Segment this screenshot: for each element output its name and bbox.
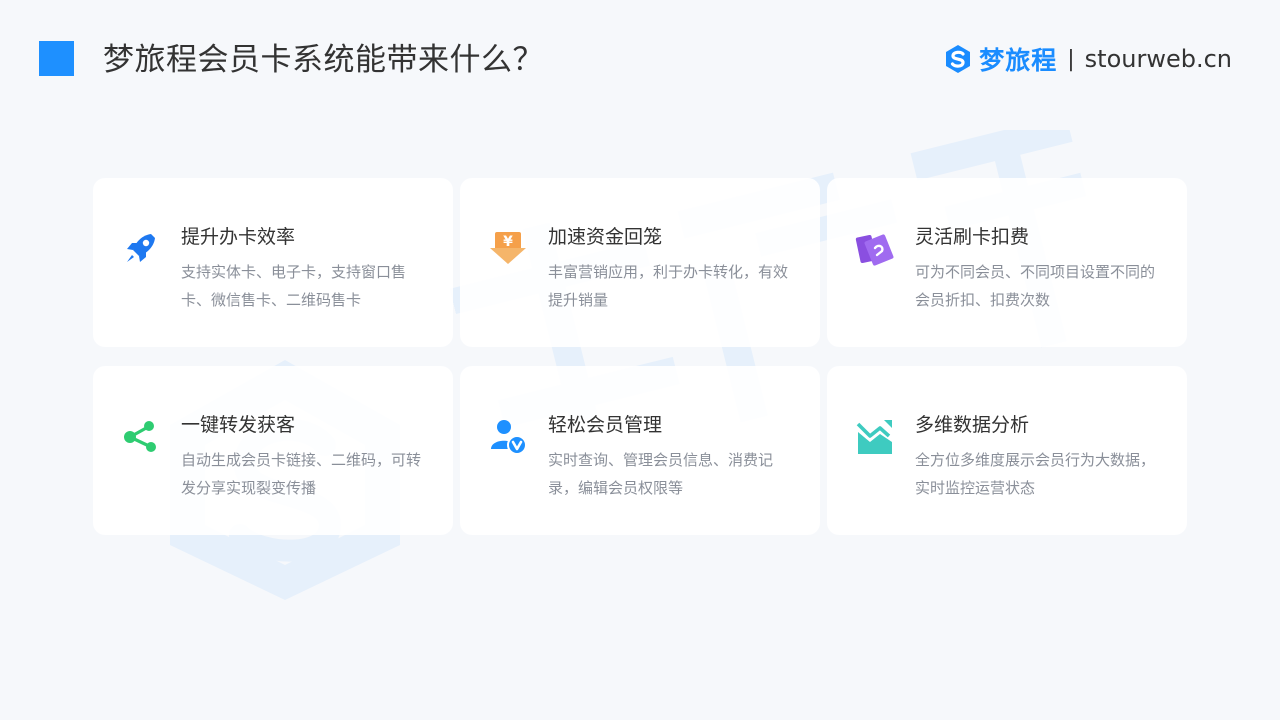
share-icon [124, 421, 156, 452]
card-description: 实时查询、管理会员信息、消费记录，编辑会员权限等 [548, 451, 774, 497]
brand-separator: | [1067, 46, 1075, 72]
feature-card-analytics: 多维数据分析 全方位多维度展示会员行为大数据，实时监控运营状态 [827, 366, 1187, 535]
member-verified-icon [491, 420, 527, 455]
brand-logo-icon [946, 45, 971, 73]
card-swipe-icon [855, 234, 894, 266]
feature-card-share: 一键转发获客 自动生成会员卡链接、二维码，可转发分享实现裂变传播 [93, 366, 453, 535]
card-title: 加速资金回笼 [548, 226, 663, 248]
card-description: 可为不同会员、不同项目设置不同的会员折扣、扣费次数 [915, 263, 1156, 309]
card-title: 提升办卡效率 [181, 226, 296, 248]
brand-url[interactable]: stourweb.cn [1085, 45, 1232, 73]
trend-chart-icon [856, 420, 892, 454]
card-title: 一键转发获客 [181, 414, 296, 436]
card-description: 自动生成会员卡链接、二维码，可转发分享实现裂变传播 [181, 451, 422, 497]
card-description: 全方位多维度展示会员行为大数据，实时监控运营状态 [915, 451, 1156, 497]
rocket-icon [127, 234, 155, 262]
feature-card-efficiency: 提升办卡效率 支持实体卡、电子卡，支持窗口售卡、微信售卡、二维码售卡 [93, 178, 453, 347]
brand-header: 梦旅程 | stourweb.cn [943, 40, 1232, 78]
title-accent-square [39, 41, 74, 76]
feature-card-member: 轻松会员管理 实时查询、管理会员信息、消费记录，编辑会员权限等 [460, 366, 820, 535]
card-description: 丰富营销应用，利于办卡转化，有效提升销量 [548, 263, 789, 309]
yuan-coin-icon: ¥ [490, 232, 526, 264]
card-title: 轻松会员管理 [548, 414, 663, 436]
feature-card-swipe: 灵活刷卡扣费 可为不同会员、不同项目设置不同的会员折扣、扣费次数 [827, 178, 1187, 347]
feature-card-grid: 提升办卡效率 支持实体卡、电子卡，支持窗口售卡、微信售卡、二维码售卡 ¥ 加速资… [93, 178, 1187, 535]
brand-name: 梦旅程 [979, 46, 1058, 75]
svg-text:¥: ¥ [503, 234, 513, 250]
card-title: 多维数据分析 [915, 414, 1030, 436]
page-title: 梦旅程会员卡系统能带来什么？ [103, 42, 544, 78]
card-description: 支持实体卡、电子卡，支持窗口售卡、微信售卡、二维码售卡 [181, 263, 407, 309]
card-title: 灵活刷卡扣费 [915, 226, 1030, 248]
feature-card-capital: ¥ 加速资金回笼 丰富营销应用，利于办卡转化，有效提升销量 [460, 178, 820, 347]
